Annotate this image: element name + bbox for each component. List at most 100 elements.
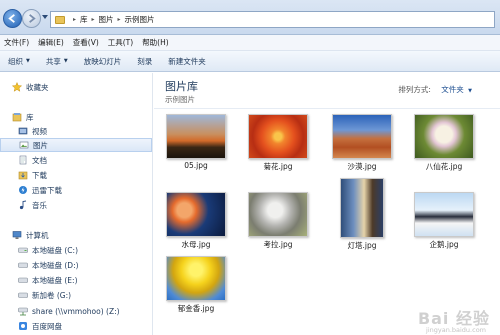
sidebar-item-label: 迅雷下载 <box>32 185 62 195</box>
new-folder-button[interactable]: 新建文件夹 <box>168 56 206 67</box>
back-button[interactable] <box>3 9 22 28</box>
menu-edit[interactable]: 编辑(E) <box>38 37 64 48</box>
video-icon <box>18 126 28 136</box>
divider <box>154 108 500 109</box>
file-item[interactable]: 水母.jpg <box>166 192 226 250</box>
file-name: 郁金香.jpg <box>177 304 215 313</box>
folder-icon <box>55 15 65 24</box>
chevron-down-icon: ▼ <box>63 58 68 64</box>
sidebar-item-label: 本地磁盘 (D:) <box>32 260 79 270</box>
breadcrumb-library[interactable]: 库 <box>80 14 88 25</box>
file-item[interactable]: 八仙花.jpg <box>414 114 474 172</box>
burn-label: 刻录 <box>137 56 153 66</box>
file-item[interactable]: 05.jpg <box>166 114 226 170</box>
sidebar-item-label: 百度网盘 <box>32 321 62 331</box>
hard-drive-icon <box>18 290 28 300</box>
file-item[interactable]: 郁金香.jpg <box>166 256 226 314</box>
downloads-icon <box>18 170 28 180</box>
sidebar-item-label: 库 <box>26 112 34 122</box>
sidebar-item-label: 视频 <box>32 126 47 136</box>
breadcrumb: ▸ 库 ▸ 图片 ▸ 示例图片 <box>73 14 155 25</box>
sidebar-item-drive-d[interactable]: 本地磁盘 (D:) <box>18 258 170 272</box>
menu-file[interactable]: 文件(F) <box>4 37 29 48</box>
file-name: 考拉.jpg <box>263 240 293 249</box>
image-thumbnail <box>332 114 392 159</box>
sidebar-item-favorites[interactable]: 收藏夹 <box>12 80 164 94</box>
sidebar-item-baidu-netdisk[interactable]: 百度网盘 <box>18 319 170 333</box>
sidebar-item-video[interactable]: 视频 <box>18 124 170 138</box>
forward-button[interactable] <box>22 9 41 28</box>
documents-icon <box>18 155 28 165</box>
slideshow-label: 放映幻灯片 <box>83 56 122 66</box>
sidebar-item-computer[interactable]: 计算机 <box>12 228 164 242</box>
recent-pages-dropdown-icon[interactable] <box>42 15 48 20</box>
file-item[interactable]: 灯塔.jpg <box>332 178 392 251</box>
chevron-down-icon: ▼ <box>26 58 30 64</box>
image-thumbnail <box>166 192 226 237</box>
image-thumbnail <box>414 114 474 159</box>
file-item[interactable]: 企鹅.jpg <box>414 192 474 250</box>
pictures-icon <box>19 140 29 150</box>
sidebar-item-thunder-downloads[interactable]: 迅雷下载 <box>18 183 170 197</box>
baidu-watermark-url: jingyan.baidu.com <box>426 326 486 334</box>
sidebar-item-downloads[interactable]: 下载 <box>18 168 170 182</box>
burn-button[interactable]: 刻录 <box>137 56 152 67</box>
sidebar-item-label: share (\\vmmohoo) (Z:) <box>32 306 120 316</box>
file-item[interactable]: 考拉.jpg <box>248 192 308 250</box>
navigation-pane: 收藏夹 库 视频 图片 文档 下载 迅雷下载 音乐 计算机 本地磁盘 (C:) … <box>0 73 153 335</box>
address-field[interactable]: ▸ 库 ▸ 图片 ▸ 示例图片 <box>50 11 495 28</box>
sidebar-item-label: 本地磁盘 (E:) <box>32 275 78 285</box>
menu-view[interactable]: 查看(V) <box>73 37 99 48</box>
file-item[interactable]: 菊花.jpg <box>248 114 308 172</box>
sidebar-item-label: 本地磁盘 (C:) <box>32 245 78 255</box>
file-name: 沙漠.jpg <box>347 162 377 171</box>
arrow-left-icon <box>8 14 15 23</box>
hard-drive-icon <box>18 275 28 285</box>
arrange-by: 排列方式: 文件夹 ▼ <box>398 84 472 95</box>
sidebar-item-drive-c[interactable]: 本地磁盘 (C:) <box>18 243 170 257</box>
sidebar-item-network-share-z[interactable]: share (\\vmmohoo) (Z:) <box>18 304 170 318</box>
sidebar-item-drive-e[interactable]: 本地磁盘 (E:) <box>18 273 170 287</box>
image-thumbnail <box>248 192 308 237</box>
address-bar-region: ▸ 库 ▸ 图片 ▸ 示例图片 <box>0 0 500 35</box>
thunder-icon <box>18 185 28 195</box>
sidebar-item-label: 计算机 <box>26 230 49 240</box>
menu-tools[interactable]: 工具(T) <box>108 37 133 48</box>
arrange-by-label: 排列方式: <box>398 85 431 94</box>
computer-icon <box>12 230 22 240</box>
music-icon <box>18 200 28 210</box>
breadcrumb-pictures[interactable]: 图片 <box>99 14 114 25</box>
star-icon <box>12 82 22 92</box>
breadcrumb-sample-pictures[interactable]: 示例图片 <box>125 14 155 25</box>
sidebar-item-music[interactable]: 音乐 <box>18 198 170 212</box>
file-name: 灯塔.jpg <box>347 241 377 250</box>
organize-button[interactable]: 组织 ▼ <box>8 56 30 67</box>
image-thumbnail <box>166 114 226 159</box>
sidebar-item-documents[interactable]: 文档 <box>18 153 170 167</box>
sidebar-item-label: 文档 <box>32 155 47 165</box>
file-name: 05.jpg <box>184 161 208 170</box>
hard-drive-icon <box>18 260 28 270</box>
chevron-down-icon[interactable]: ▼ <box>468 88 472 94</box>
sidebar-item-label: 收藏夹 <box>26 82 49 92</box>
sidebar-item-library[interactable]: 库 <box>12 110 164 124</box>
hard-drive-icon <box>18 245 28 255</box>
image-thumbnail <box>340 178 384 238</box>
sidebar-item-drive-g[interactable]: 新加卷 (G:) <box>18 288 170 302</box>
command-bar: 组织 ▼ 共享 ▼ 放映幻灯片 刻录 新建文件夹 <box>0 51 500 72</box>
new-folder-label: 新建文件夹 <box>168 56 206 66</box>
share-button[interactable]: 共享 ▼ <box>46 56 68 67</box>
menu-help[interactable]: 帮助(H) <box>142 37 169 48</box>
arrow-right-icon <box>29 14 36 23</box>
library-icon <box>12 112 22 122</box>
arrange-by-dropdown[interactable]: 文件夹 <box>441 85 464 94</box>
file-item[interactable]: 沙漠.jpg <box>332 114 392 172</box>
library-subtitle: 示例图片 <box>165 95 195 104</box>
sidebar-item-pictures[interactable]: 图片 <box>0 138 152 152</box>
image-thumbnail <box>248 114 308 159</box>
file-name: 企鹅.jpg <box>429 240 459 249</box>
slideshow-button[interactable]: 放映幻灯片 <box>84 56 122 67</box>
file-name: 水母.jpg <box>181 240 211 249</box>
file-name: 菊花.jpg <box>263 162 293 171</box>
sidebar-item-label: 音乐 <box>32 200 47 210</box>
